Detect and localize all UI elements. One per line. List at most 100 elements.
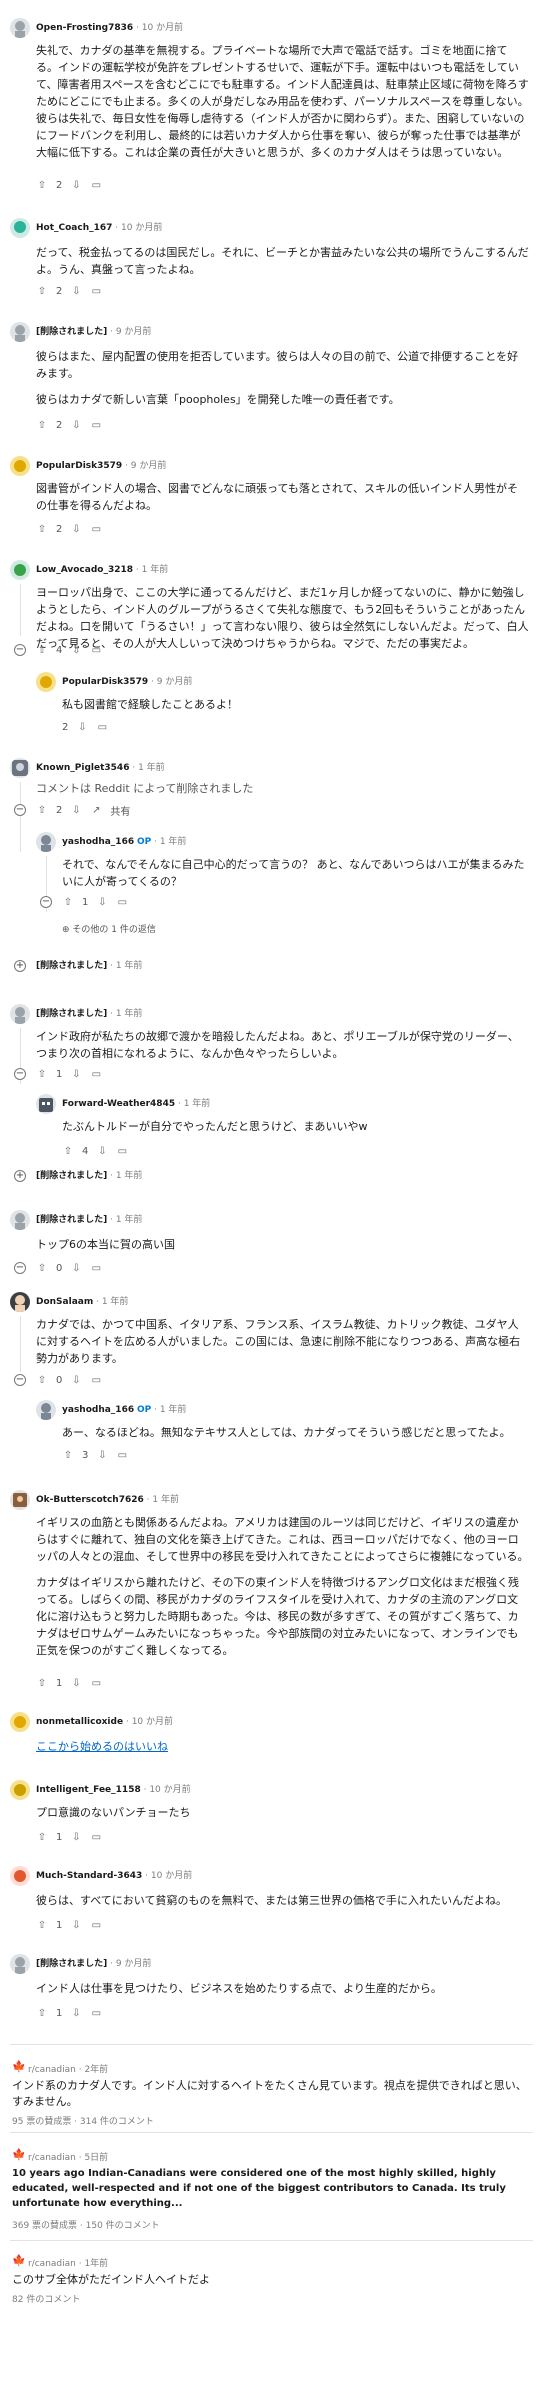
expand-thread-button[interactable]: +	[14, 960, 26, 972]
reply-icon[interactable]: ▭	[90, 285, 102, 297]
username[interactable]: Much-Standard-3643	[36, 1871, 142, 1881]
downvote-icon[interactable]: ⇩	[70, 1919, 82, 1931]
collapse-thread-button[interactable]: −	[14, 1068, 26, 1080]
upvote-icon[interactable]: ⇧	[36, 419, 48, 431]
subreddit-name[interactable]: r/canadian	[28, 2259, 76, 2269]
downvote-icon[interactable]: ⇩	[70, 1262, 82, 1274]
username[interactable]: PopularDisk3579	[36, 461, 122, 471]
downvote-icon[interactable]: ⇩	[70, 1677, 82, 1689]
upvote-icon[interactable]: ⇧	[36, 285, 48, 297]
avatar[interactable]	[36, 672, 56, 692]
downvote-icon[interactable]: ⇩	[70, 419, 82, 431]
expand-thread-button[interactable]: +	[14, 1170, 26, 1182]
upvote-icon[interactable]: ⇧	[36, 644, 48, 656]
reply-icon[interactable]: ▭	[90, 1262, 102, 1274]
reply-icon[interactable]: ▭	[116, 1145, 128, 1157]
avatar[interactable]	[10, 1210, 30, 1230]
downvote-icon[interactable]: ⇩	[70, 1374, 82, 1386]
upvote-icon[interactable]: ⇧	[36, 1262, 48, 1274]
downvote-icon[interactable]: ⇩	[70, 1068, 82, 1080]
reply-icon[interactable]: ▭	[90, 179, 102, 191]
username[interactable]: PopularDisk3579	[62, 677, 148, 687]
related-post-title[interactable]: このサブ全体がただインド人ヘイトだよ	[12, 2272, 529, 2288]
reply-icon[interactable]: ▭	[90, 1677, 102, 1689]
reply-icon[interactable]: ▭	[116, 1449, 128, 1461]
upvote-icon[interactable]: ⇧	[36, 804, 48, 816]
avatar[interactable]	[36, 1400, 56, 1420]
related-post-title[interactable]: インド系のカナダ人です。インド人に対するヘイトをたくさん見ています。視点を提供で…	[12, 2078, 529, 2110]
downvote-icon[interactable]: ⇩	[96, 1449, 108, 1461]
username[interactable]: DonSalaam	[36, 1297, 93, 1307]
username[interactable]: nonmetallicoxide	[36, 1717, 123, 1727]
avatar[interactable]	[10, 758, 30, 778]
avatar[interactable]	[10, 560, 30, 580]
share-icon[interactable]: ↗	[90, 804, 102, 816]
collapse-thread-button[interactable]: −	[14, 804, 26, 816]
avatar[interactable]	[36, 1094, 56, 1114]
avatar[interactable]	[10, 1712, 30, 1732]
avatar[interactable]	[10, 1004, 30, 1024]
downvote-icon[interactable]: ⇩	[76, 721, 88, 733]
downvote-icon[interactable]: ⇩	[70, 285, 82, 297]
upvote-icon[interactable]: ⇧	[36, 179, 48, 191]
avatar[interactable]	[10, 18, 30, 38]
avatar[interactable]	[10, 1866, 30, 1886]
reply-icon[interactable]: ▭	[90, 1831, 102, 1843]
collapse-thread-button[interactable]: −	[40, 896, 52, 908]
thread-line[interactable]	[20, 1316, 21, 1372]
share-button[interactable]: 共有	[110, 803, 130, 818]
username[interactable]: yashodha_166	[62, 837, 134, 847]
downvote-icon[interactable]: ⇩	[70, 644, 82, 656]
upvote-icon[interactable]: ⇧	[62, 896, 74, 908]
username[interactable]: Low_Avocado_3218	[36, 565, 133, 575]
username[interactable]: Open-Frosting7836	[36, 23, 133, 33]
avatar[interactable]	[10, 456, 30, 476]
avatar[interactable]	[36, 832, 56, 852]
downvote-icon[interactable]: ⇩	[70, 1831, 82, 1843]
avatar[interactable]	[10, 1490, 30, 1510]
thread-line[interactable]	[20, 584, 21, 636]
upvote-icon[interactable]: ⇧	[36, 1374, 48, 1386]
reply-icon[interactable]: ▭	[90, 523, 102, 535]
comment-link[interactable]: ここから始めるのはいいね	[36, 1740, 168, 1753]
avatar[interactable]	[10, 322, 30, 342]
downvote-icon[interactable]: ⇩	[96, 1145, 108, 1157]
downvote-icon[interactable]: ⇩	[70, 2007, 82, 2019]
reply-icon[interactable]: ▭	[90, 2007, 102, 2019]
subreddit-name[interactable]: r/canadian	[28, 2153, 76, 2163]
collapse-thread-button[interactable]: −	[14, 644, 26, 656]
upvote-icon[interactable]: ⇧	[36, 1831, 48, 1843]
username[interactable]: Forward-Weather4845	[62, 1099, 175, 1109]
username[interactable]: [削除されました]	[36, 327, 107, 337]
username[interactable]: yashodha_166	[62, 1405, 134, 1415]
avatar[interactable]	[10, 1954, 30, 1974]
upvote-icon[interactable]: ⇧	[36, 1068, 48, 1080]
avatar[interactable]	[10, 1292, 30, 1312]
upvote-icon[interactable]: ⇧	[62, 1449, 74, 1461]
upvote-icon[interactable]: ⇧	[36, 2007, 48, 2019]
collapse-thread-button[interactable]: −	[14, 1374, 26, 1386]
upvote-icon[interactable]: ⇧	[36, 1919, 48, 1931]
avatar[interactable]	[10, 1780, 30, 1800]
reply-icon[interactable]: ▭	[90, 1374, 102, 1386]
reply-icon[interactable]: ▭	[90, 1919, 102, 1931]
reply-icon[interactable]: ▭	[96, 721, 108, 733]
reply-icon[interactable]: ▭	[116, 896, 128, 908]
username[interactable]: Hot_Coach_167	[36, 223, 112, 233]
username[interactable]: Intelligent_Fee_1158	[36, 1785, 141, 1795]
related-post-title[interactable]: 10 years ago Indian-Canadians were consi…	[12, 2166, 529, 2211]
downvote-icon[interactable]: ⇩	[70, 804, 82, 816]
reply-icon[interactable]: ▭	[90, 1068, 102, 1080]
downvote-icon[interactable]: ⇩	[70, 179, 82, 191]
downvote-icon[interactable]: ⇩	[96, 896, 108, 908]
thread-line[interactable]	[20, 782, 21, 852]
upvote-icon[interactable]: ⇧	[36, 1677, 48, 1689]
collapse-thread-button[interactable]: −	[14, 1262, 26, 1274]
username[interactable]: Known_Piglet3546	[36, 763, 129, 773]
downvote-icon[interactable]: ⇩	[70, 523, 82, 535]
reply-icon[interactable]: ▭	[90, 419, 102, 431]
upvote-icon[interactable]: ⇧	[36, 523, 48, 535]
username[interactable]: Ok-Butterscotch7626	[36, 1495, 144, 1505]
avatar[interactable]	[10, 218, 30, 238]
more-replies-link[interactable]: ⊕ その他の 1 件の返信	[62, 922, 156, 935]
